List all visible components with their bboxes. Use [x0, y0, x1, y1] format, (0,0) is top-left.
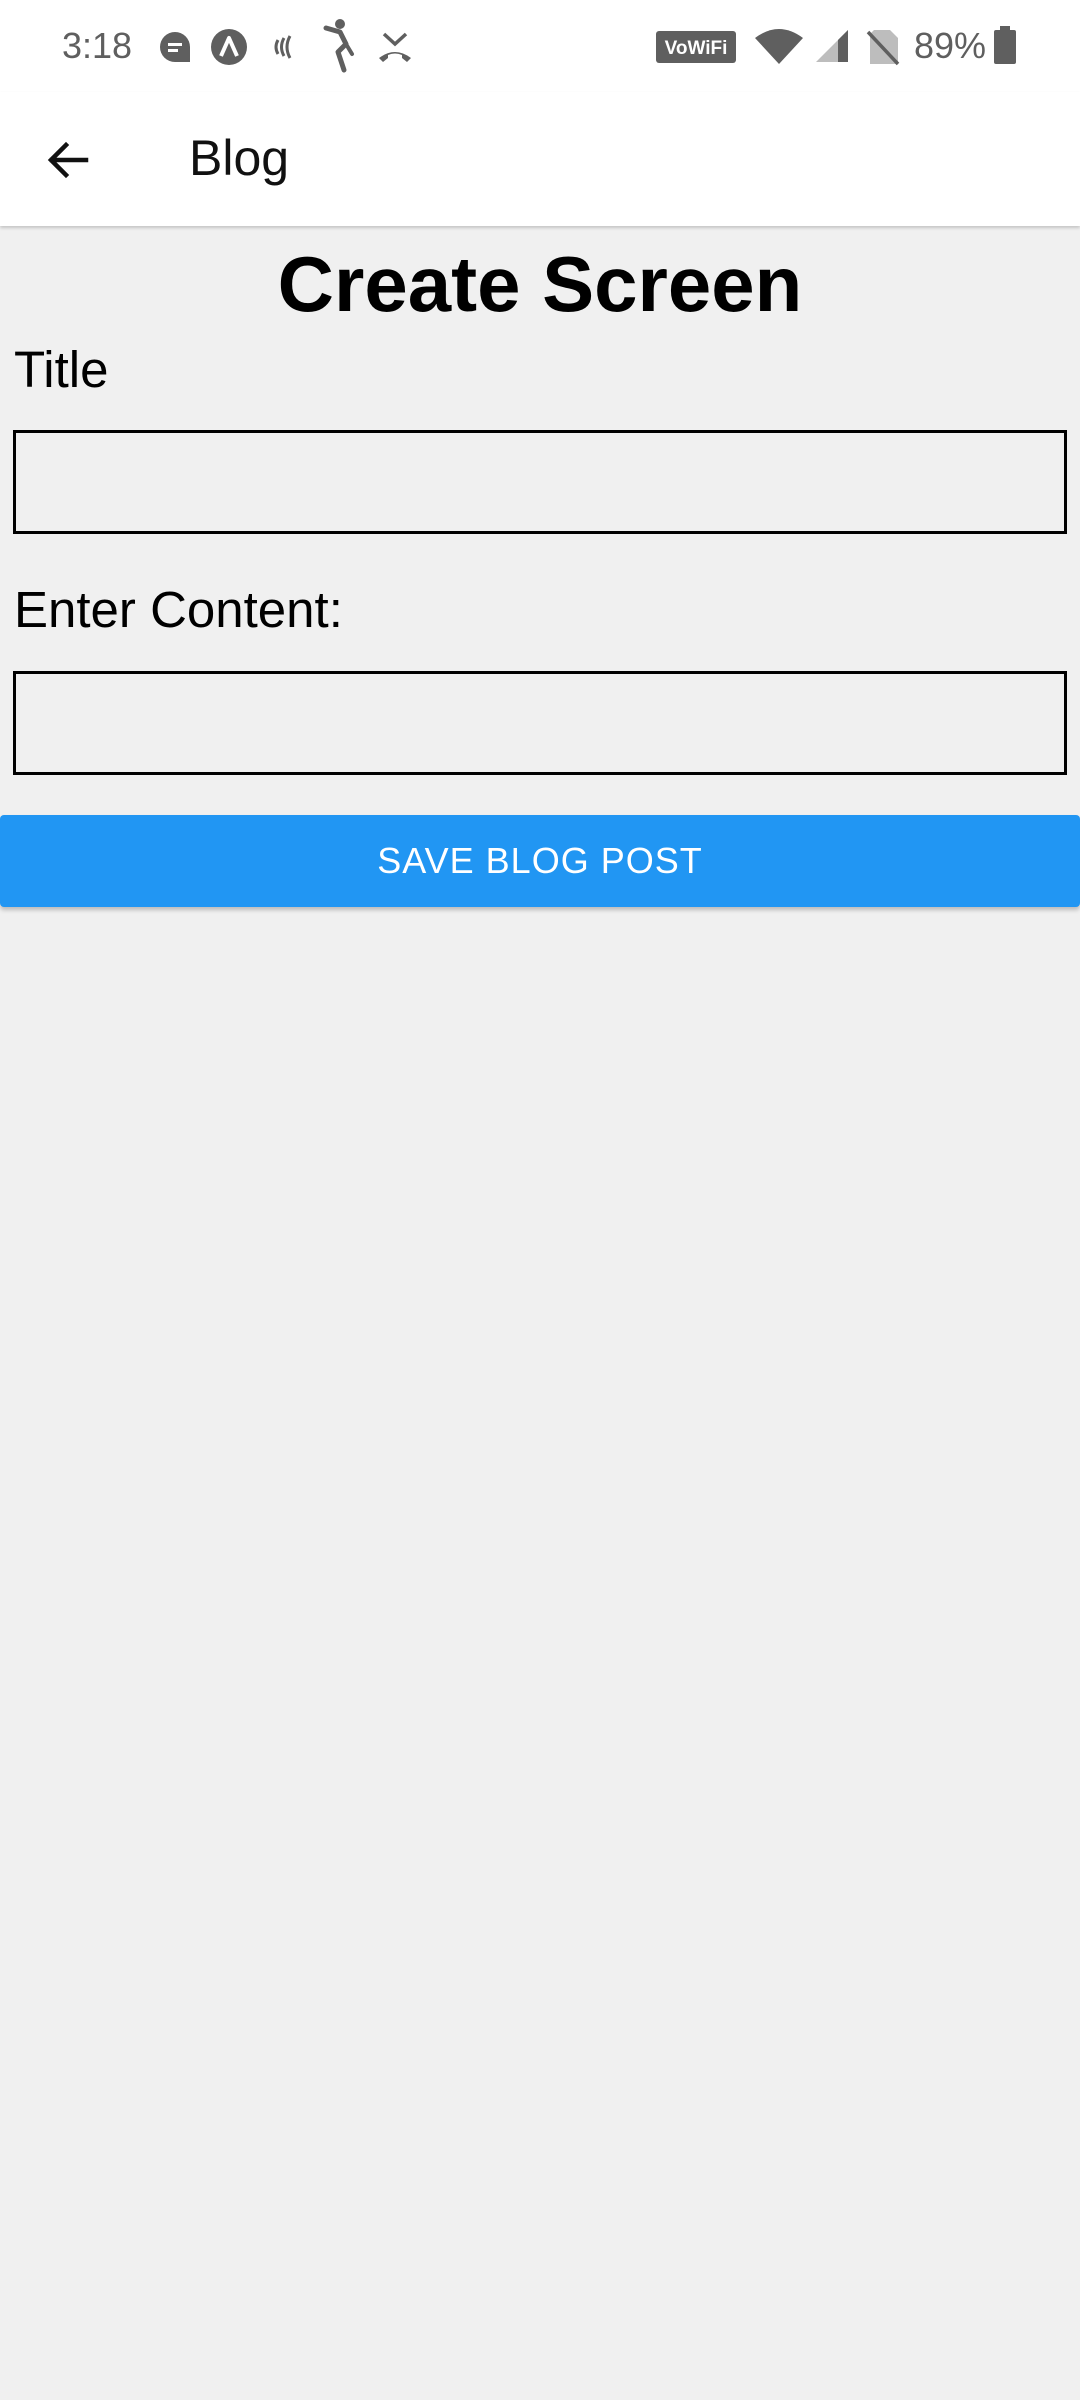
status-time: 3:18: [62, 25, 133, 66]
autofill-icon: [211, 29, 247, 65]
cellular-signal-icon: [816, 30, 848, 62]
cricket-app-icon: [323, 19, 354, 73]
app-bar-title: Blog: [189, 130, 290, 186]
title-label: Title: [14, 341, 109, 398]
title-input[interactable]: [13, 430, 1067, 534]
vowifi-icon: VoWiFi: [656, 31, 736, 63]
no-sim-icon: [866, 30, 900, 66]
chat-bubble-icon: [160, 32, 190, 62]
arrow-left-icon: [47, 141, 89, 179]
content-label: Enter Content:: [14, 581, 343, 638]
missed-call-icon: [379, 32, 411, 62]
battery-percentage: 89%: [914, 25, 987, 66]
content-input[interactable]: [13, 671, 1067, 775]
status-bar: 3:18 VoWiFi 89%: [0, 0, 1080, 92]
page-heading: Create Screen: [277, 240, 803, 328]
wifi-icon: [755, 29, 803, 64]
back-button[interactable]: [28, 120, 108, 200]
save-blog-post-button[interactable]: SAVE BLOG POST: [0, 815, 1080, 907]
sound-wave-icon: [274, 35, 292, 59]
vowifi-label: VoWiFi: [665, 38, 728, 59]
app-bar: Blog: [0, 92, 1080, 226]
battery-icon: [994, 26, 1016, 64]
